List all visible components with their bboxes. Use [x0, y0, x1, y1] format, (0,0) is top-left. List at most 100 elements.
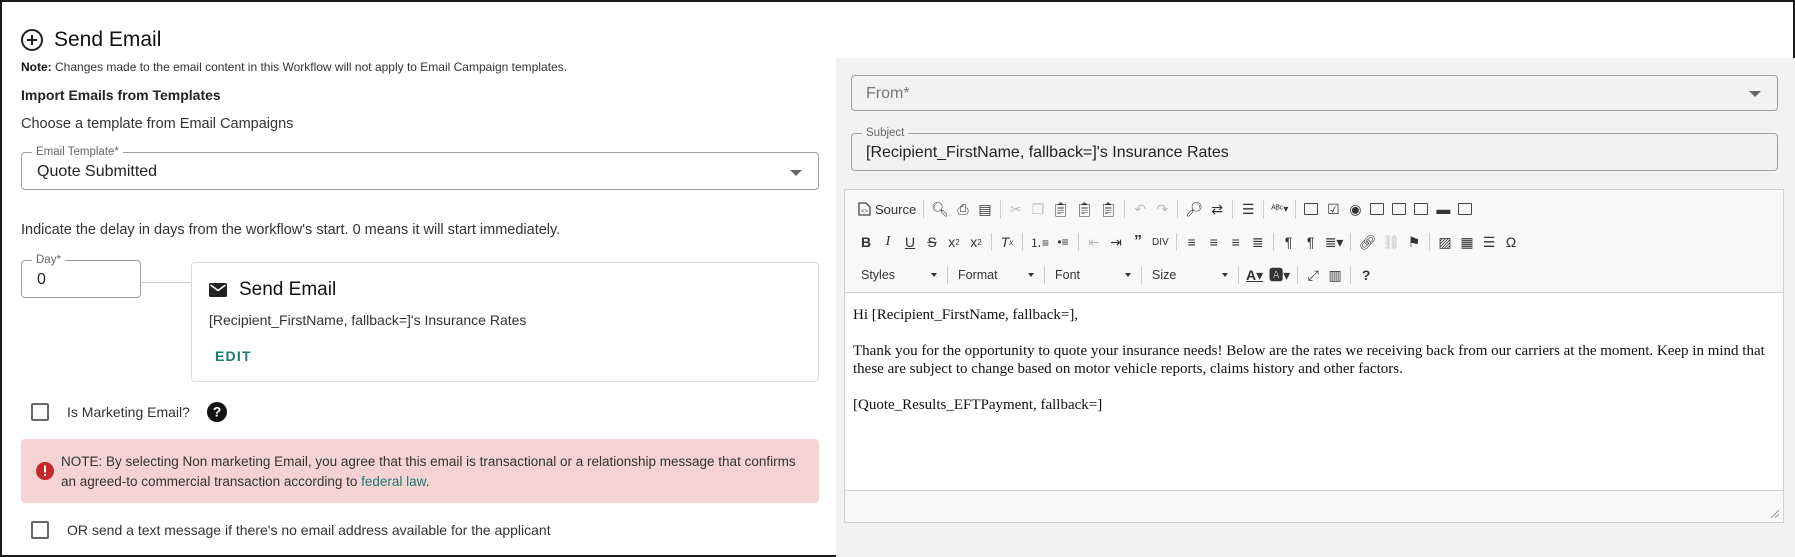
justify-icon[interactable]: ≣: [1247, 231, 1269, 253]
textarea-icon[interactable]: [1388, 198, 1410, 220]
language-icon[interactable]: ≣▾: [1322, 231, 1347, 253]
redo-icon[interactable]: ↷: [1151, 198, 1173, 220]
horizontal-rule-icon[interactable]: ☰: [1478, 231, 1500, 253]
form-icon[interactable]: [1300, 198, 1322, 220]
subscript-icon[interactable]: x2: [943, 231, 965, 253]
toolbar-separator: [999, 200, 1001, 218]
marketing-label: Is Marketing Email?: [67, 404, 190, 420]
superscript-icon[interactable]: x2: [965, 231, 987, 253]
cut-icon[interactable]: ✂: [1005, 198, 1027, 220]
editor-status-bar: [845, 490, 1783, 522]
chevron-down-icon[interactable]: [1749, 91, 1761, 97]
align-left-icon[interactable]: ≡: [1181, 231, 1203, 253]
editor-toolbar: <> Source 🔍︎ ⎙ ▤ ✂ ❐ 📋︎ 📋︎ 📋︎ ↶ ↷ 🔎︎ ⇄ ☰…: [845, 190, 1783, 293]
rtl-icon[interactable]: ¶: [1300, 231, 1322, 253]
toolbar-separator: [1124, 200, 1126, 218]
from-select[interactable]: From*: [851, 75, 1778, 111]
print-icon[interactable]: ⎙: [952, 198, 974, 220]
undo-icon[interactable]: ↶: [1129, 198, 1151, 220]
show-blocks-icon[interactable]: ▥: [1324, 264, 1346, 286]
numbered-list-icon[interactable]: ⒈≡: [1027, 231, 1052, 253]
preview-icon[interactable]: 🔍︎: [928, 198, 952, 220]
subject-label: Subject: [862, 126, 909, 140]
ltr-icon[interactable]: ¶: [1278, 231, 1300, 253]
marketing-checkbox[interactable]: [31, 403, 49, 421]
paste-icon[interactable]: 📋︎: [1049, 198, 1073, 220]
unlink-icon[interactable]: ⛓: [1379, 231, 1403, 253]
resize-handle-icon[interactable]: [1769, 508, 1779, 518]
chevron-down-icon[interactable]: [790, 170, 802, 176]
card-title-row: Send Email: [209, 279, 336, 301]
align-right-icon[interactable]: ≡: [1225, 231, 1247, 253]
remove-format-icon[interactable]: Tx: [996, 231, 1018, 253]
caret-icon: [1125, 273, 1131, 277]
federal-law-link[interactable]: federal law: [361, 474, 426, 489]
toolbar-separator: [1429, 233, 1431, 251]
anchor-flag-icon[interactable]: ⚑: [1403, 231, 1425, 253]
caret-icon: [1028, 273, 1034, 277]
paste-text-icon[interactable]: 📋︎: [1073, 198, 1097, 220]
help-icon[interactable]: ?: [1355, 264, 1377, 286]
radio-icon[interactable]: ◉: [1344, 198, 1366, 220]
textfield-icon[interactable]: [1366, 198, 1388, 220]
caret-icon: [1222, 273, 1228, 277]
format-dropdown[interactable]: Format: [952, 264, 1040, 286]
day-input[interactable]: Day* 0: [21, 253, 141, 298]
toolbar-separator: [1297, 266, 1299, 284]
day-value: 0: [37, 271, 46, 288]
italic-icon[interactable]: I: [877, 231, 899, 253]
hidden-field-icon[interactable]: [1454, 198, 1476, 220]
subject-input[interactable]: Subject [Recipient_FirstName, fallback=]…: [851, 126, 1778, 171]
outdent-icon[interactable]: ⇤: [1083, 231, 1105, 253]
copy-icon[interactable]: ❐: [1027, 198, 1049, 220]
toolbar-separator: [1078, 233, 1080, 251]
align-center-icon[interactable]: ≡: [1203, 231, 1225, 253]
toolbar-separator: [947, 266, 948, 284]
indent-icon[interactable]: ⇥: [1105, 231, 1127, 253]
select-all-icon[interactable]: ☰: [1237, 198, 1259, 220]
paste-word-icon[interactable]: 📋︎: [1097, 198, 1121, 220]
sms-checkbox[interactable]: [31, 521, 49, 539]
subject-value: [Recipient_FirstName, fallback=]'s Insur…: [866, 144, 1229, 161]
div-container-icon[interactable]: DIV: [1149, 231, 1172, 253]
font-dropdown[interactable]: Font: [1049, 264, 1137, 286]
underline-icon[interactable]: U: [899, 231, 921, 253]
caret-icon: [931, 273, 937, 277]
link-icon[interactable]: 🔗︎: [1355, 231, 1379, 253]
toolbar-separator: [1141, 266, 1142, 284]
bold-icon[interactable]: B: [855, 231, 877, 253]
special-char-icon[interactable]: Ω: [1500, 231, 1522, 253]
maximize-icon[interactable]: ⤢: [1302, 264, 1324, 286]
add-circle-icon[interactable]: [20, 28, 44, 52]
toolbar-separator: [1238, 266, 1239, 284]
select-field-icon[interactable]: [1410, 198, 1432, 220]
styles-label: Styles: [861, 268, 896, 282]
editor-content[interactable]: Hi [Recipient_FirstName, fallback=], Tha…: [845, 294, 1783, 490]
spellcheck-icon[interactable]: ᴬᴮᶜ▾: [1268, 198, 1291, 220]
templates-icon[interactable]: ▤: [974, 198, 996, 220]
help-icon[interactable]: ?: [206, 401, 228, 423]
find-icon[interactable]: 🔎︎: [1182, 198, 1206, 220]
button-field-icon[interactable]: ▬: [1432, 198, 1454, 220]
toolbar-separator: [1177, 200, 1179, 218]
toolbar-separator: [1022, 233, 1023, 251]
edit-button[interactable]: EDIT: [215, 348, 252, 364]
toolbar-separator: [991, 233, 992, 251]
text-color-icon[interactable]: A▾: [1243, 264, 1266, 286]
image-icon[interactable]: ▨: [1434, 231, 1456, 253]
sms-checkbox-row: OR send a text message if there's no ema…: [31, 521, 551, 539]
table-icon[interactable]: ▦: [1456, 231, 1478, 253]
bg-color-icon[interactable]: 🅰︎▾: [1266, 264, 1293, 286]
replace-icon[interactable]: ⇄: [1206, 198, 1228, 220]
checkbox-icon[interactable]: ☑: [1322, 198, 1344, 220]
day-label: Day*: [32, 253, 65, 267]
blockquote-icon[interactable]: ”: [1127, 231, 1149, 253]
styles-dropdown[interactable]: Styles: [855, 264, 943, 286]
bulleted-list-icon[interactable]: •≡: [1052, 231, 1074, 253]
size-dropdown[interactable]: Size: [1146, 264, 1234, 286]
toolbar-row-3: Styles Format Font Size A▾ 🅰︎▾ ⤢ ▥ ?: [855, 263, 1377, 287]
svg-text:?: ?: [213, 404, 222, 420]
source-button[interactable]: <> Source: [855, 198, 919, 220]
email-template-select[interactable]: Email Template* Quote Submitted: [21, 145, 819, 190]
strikethrough-icon[interactable]: S: [921, 231, 943, 253]
